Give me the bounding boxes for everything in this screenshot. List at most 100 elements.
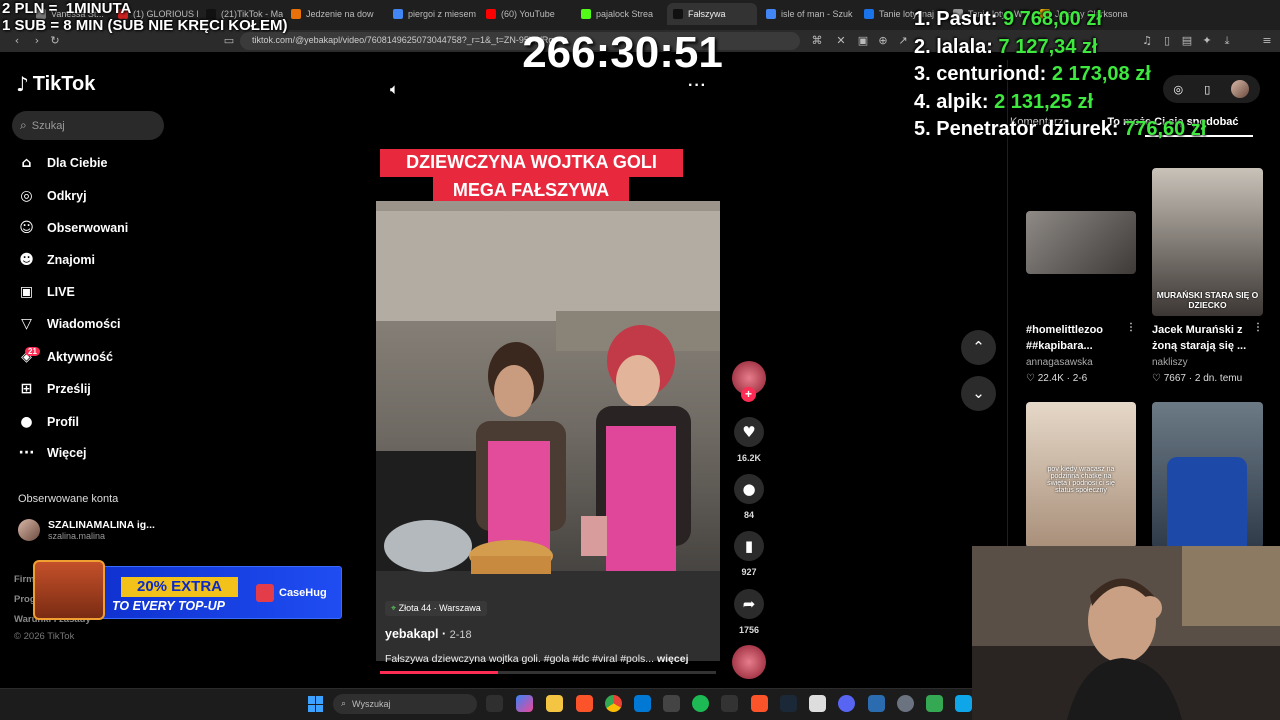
video-frame-illustration <box>376 201 720 661</box>
recommended-title-2[interactable]: Jacek Murański z żoną starają się ... <box>1152 322 1252 354</box>
search-input[interactable]: ⌕ Szukaj <box>12 111 164 140</box>
sidebar-item-label: Więcej <box>47 446 87 460</box>
subathon-timer: 266:30:51 <box>522 28 723 77</box>
ad-brand: CaseHug <box>256 584 327 602</box>
compass-icon: ◎ <box>20 187 33 204</box>
recommended-title-1[interactable]: #homelittlezoo ##kapibara... <box>1026 322 1126 354</box>
zoom-icon[interactable]: ⊕ <box>876 34 890 48</box>
previous-video-button[interactable]: ⌃ <box>961 330 996 365</box>
sidebar-item-znajomi[interactable]: ☻ Znajomi <box>18 249 95 271</box>
share-arrow-icon: ➦ <box>734 589 764 619</box>
sidebar-item-wi-cej[interactable]: ··· Więcej <box>18 442 87 464</box>
taskbar-search[interactable]: ⌕ Wyszukaj <box>333 694 477 714</box>
steam-icon[interactable] <box>780 695 797 712</box>
recommended-thumb-1[interactable] <box>1026 211 1136 274</box>
translate-icon[interactable]: ⌘ <box>810 34 824 48</box>
recommended-date-2: 2 dn. temu <box>1194 373 1243 384</box>
recommended-thumb-4[interactable] <box>1152 402 1263 548</box>
description-text: Fałszywa dziewczyna wojtka goli. #gola #… <box>385 653 655 665</box>
sidebar-item-live[interactable]: ▣ LIVE <box>18 281 75 303</box>
user-avatar[interactable] <box>1231 80 1250 98</box>
sidebar-item-odkryj[interactable]: ◎ Odkryj <box>18 185 86 207</box>
share-icon[interactable]: ↗ <box>896 34 910 48</box>
leaderboard-rank: 3. <box>914 63 931 85</box>
app2-icon[interactable] <box>955 695 972 712</box>
leaderboard-rank: 4. <box>914 90 931 113</box>
back-icon[interactable]: ‹ <box>10 34 24 48</box>
sidebar-item-prze-lij[interactable]: ⊞ Prześlij <box>18 378 91 400</box>
browser-tab[interactable]: Jedzenie na dow <box>285 3 385 25</box>
screenshot-icon[interactable]: ▣ <box>856 34 870 48</box>
more-link[interactable]: więcej <box>657 653 689 665</box>
tab-favicon-icon <box>291 9 301 19</box>
menu-icon[interactable]: ≡ <box>1260 34 1274 48</box>
mute-tab-icon[interactable]: ✕ <box>834 34 848 48</box>
obs-icon[interactable] <box>663 695 680 712</box>
recommended-author-2[interactable]: nakliszy <box>1152 357 1188 368</box>
messages-icon: ▽ <box>21 315 32 332</box>
tiktok-logo[interactable]: ♪ TikTok <box>16 72 95 96</box>
sidebar-item-profil[interactable]: ● Profil <box>18 411 79 433</box>
share-button[interactable]: ➦ 1756 <box>733 589 765 635</box>
follow-plus-icon[interactable]: + <box>741 387 756 402</box>
tab-label: pajalock Strea <box>596 9 654 19</box>
like-button[interactable]: ♥ 16.2K <box>733 417 765 463</box>
calculator-icon[interactable] <box>809 695 826 712</box>
tab-favicon-icon <box>673 9 683 19</box>
browser-tab[interactable]: pajalock Strea <box>575 3 665 25</box>
next-video-button[interactable]: ⌄ <box>961 376 996 411</box>
recommended-stats-2: ♡ 7667 · 2 dn. temu <box>1152 373 1243 384</box>
chrome-icon[interactable] <box>605 695 622 712</box>
bookmark-icon[interactable]: ▭ <box>222 34 236 48</box>
recommended-author-1[interactable]: annagasawska <box>1026 357 1093 368</box>
sidebar-item-dla-ciebie[interactable]: ⌂ Dla Ciebie <box>18 152 107 174</box>
followed-account-handle: szalina.malina <box>48 531 106 541</box>
tab-favicon-icon <box>486 9 496 19</box>
bookmark-icon: ▮ <box>734 531 764 561</box>
file-explorer-icon[interactable] <box>546 695 563 712</box>
recommended-thumb-2[interactable]: MURAŃSKI STARA SIĘ O DZIECKO <box>1152 168 1263 316</box>
task-view-icon[interactable] <box>486 695 503 712</box>
video-author[interactable]: yebakapl · 2-18 <box>385 627 472 641</box>
store-icon[interactable] <box>634 695 651 712</box>
volume-icon[interactable]: 🔈︎ <box>390 80 399 98</box>
comment-button[interactable]: ● 84 <box>733 474 765 520</box>
browser-tab[interactable]: (60) YouTube <box>480 3 573 25</box>
forward-icon[interactable]: › <box>30 34 44 48</box>
browser-tab[interactable]: piergoi z miesem <box>387 3 477 25</box>
tab-label: Jedzenie na dow <box>306 9 374 19</box>
share-count: 1756 <box>738 625 760 635</box>
browser-tab[interactable]: isle of man - Szuk <box>760 3 855 25</box>
video-player[interactable] <box>376 201 720 661</box>
brave-icon[interactable] <box>751 695 768 712</box>
more-options-icon[interactable]: ··· <box>688 77 707 95</box>
recommended-thumb-3[interactable]: pov kiedy wracasz na podzinna chatkę na … <box>1026 402 1136 548</box>
sidebar-item-obserwowani[interactable]: ☺ Obserwowani <box>18 217 128 239</box>
live-icon: ▣ <box>19 283 34 300</box>
music-disc-avatar[interactable] <box>732 645 766 679</box>
leaderboard-row: 4. alpik: 2 131,25 zł <box>914 89 1206 117</box>
discord-icon[interactable] <box>838 695 855 712</box>
followed-account-item[interactable]: SZALINAMALINA ig... szalina.malina <box>18 519 155 541</box>
upload-icon: ⊞ <box>20 380 33 397</box>
maps-icon[interactable] <box>926 695 943 712</box>
spotify-icon[interactable] <box>692 695 709 712</box>
browser-tab[interactable]: Fałszywa <box>667 3 757 25</box>
casehug-logo-icon <box>256 584 274 602</box>
copilot-icon[interactable] <box>516 695 533 712</box>
sidebar-item-wiadomo-ci[interactable]: ▽ Wiadomości <box>18 313 120 335</box>
more-options-icon[interactable]: ⋮ <box>1126 322 1136 333</box>
leaderboard-amount: 7 127,34 zł <box>998 35 1098 58</box>
settings-icon[interactable] <box>897 695 914 712</box>
app-icon[interactable] <box>721 695 738 712</box>
location-tag[interactable]: ⌖ Złota 44 · Warszawa <box>385 601 487 616</box>
brave-browser-icon[interactable] <box>576 695 593 712</box>
reload-icon[interactable]: ↻ <box>48 34 62 48</box>
save-button[interactable]: ▮ 927 <box>733 531 765 577</box>
sidebar-item-label: Znajomi <box>47 253 95 267</box>
windows-start-icon[interactable] <box>308 696 324 712</box>
download-icon[interactable]: ⤓ <box>1220 34 1234 48</box>
more-options-icon[interactable]: ⋮ <box>1253 322 1263 333</box>
notepad-icon[interactable] <box>868 695 885 712</box>
leaderboard-rank: 2. <box>914 35 931 58</box>
